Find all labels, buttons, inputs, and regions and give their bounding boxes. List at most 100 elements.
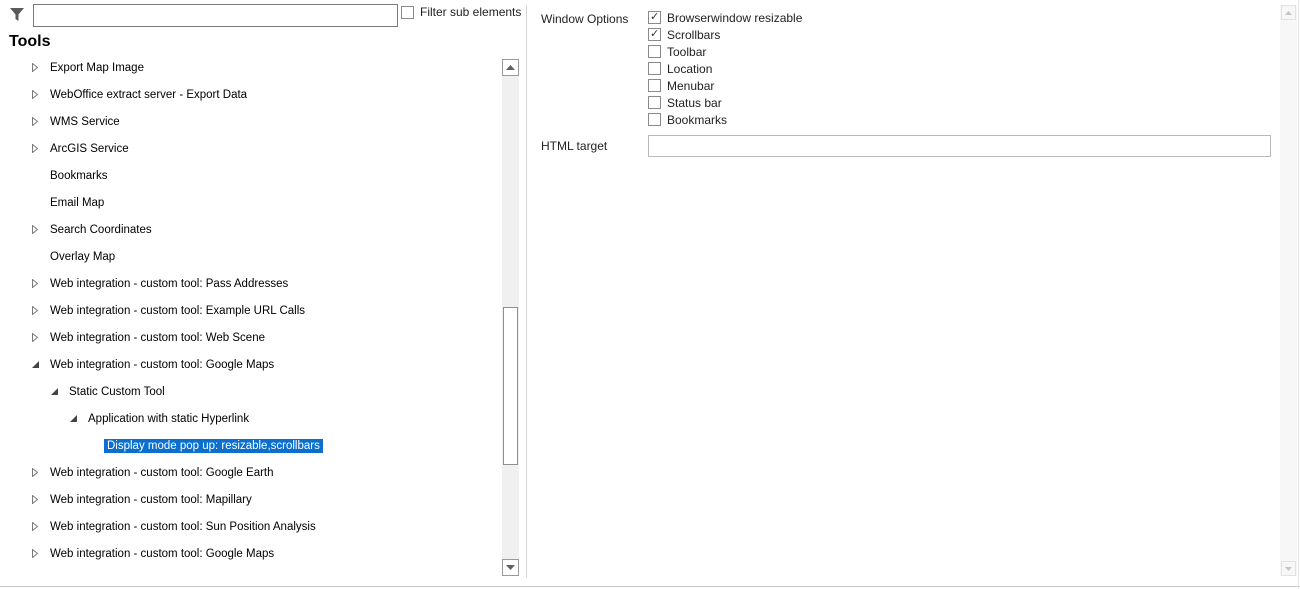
expand-triangle-icon[interactable] [30, 144, 40, 154]
arrow-down-icon [506, 565, 515, 570]
window-options-label: Window Options [541, 12, 629, 26]
window-option-checkbox[interactable]: Scrollbars [648, 27, 720, 42]
filter-sub-elements-box[interactable] [401, 5, 414, 19]
tree-node-label: Export Map Image [50, 61, 144, 74]
html-target-input[interactable] [648, 135, 1271, 157]
tree-node[interactable]: WMS Service [30, 108, 123, 135]
window-option-label: Status bar [667, 95, 722, 110]
window-option-label: Scrollbars [667, 27, 721, 42]
window-option-label: Toolbar [667, 44, 707, 59]
tree-node[interactable]: Application with static Hyperlink [68, 405, 252, 432]
scroll-up-button[interactable] [502, 59, 519, 76]
tree-node[interactable]: WebOffice extract server - Export Data [30, 81, 250, 108]
expand-triangle-icon[interactable] [30, 279, 40, 289]
tree-node[interactable]: Search Coordinates [30, 216, 155, 243]
checkbox-box[interactable] [648, 96, 661, 109]
tree-node-label: WMS Service [50, 115, 120, 128]
expand-triangle-icon[interactable] [30, 117, 40, 127]
expand-triangle-icon[interactable] [30, 306, 40, 316]
collapse-triangle-icon[interactable] [30, 360, 40, 370]
tree-node-label: Static Custom Tool [69, 385, 165, 398]
tree-node-label: WebOffice extract server - Export Data [50, 88, 248, 101]
expand-triangle-icon[interactable] [30, 468, 40, 478]
tree-node[interactable]: Display mode pop up: resizable,scrollbar… [87, 432, 323, 459]
expand-triangle-icon[interactable] [30, 522, 40, 532]
arrow-up-icon [506, 65, 515, 70]
bottom-border [0, 586, 1300, 587]
tree-node[interactable]: Overlay Map [30, 243, 118, 270]
expand-triangle-icon[interactable] [30, 549, 40, 559]
filter-input[interactable] [33, 4, 398, 27]
tree-node[interactable]: Web integration - custom tool: Sun Posit… [30, 513, 319, 540]
tree-node-label: Email Map [50, 196, 105, 209]
tree-node-label: Web integration - custom tool: Google Ma… [50, 547, 275, 560]
tools-tree: Export Map Image WebOffice extract server… [0, 54, 500, 580]
properties-pane: Window Options Browserwindow resizable Sc… [527, 0, 1300, 580]
tree-node-label: Overlay Map [50, 250, 116, 263]
tree-node-label: Search Coordinates [50, 223, 152, 236]
checkbox-box[interactable] [648, 113, 661, 126]
tree-node[interactable]: Bookmarks [30, 162, 111, 189]
expand-triangle-icon[interactable] [30, 63, 40, 73]
tree-node-label: Display mode pop up: resizable,scrollbar… [104, 438, 323, 453]
tree-node[interactable]: ArcGIS Service [30, 135, 132, 162]
collapse-triangle-icon[interactable] [68, 414, 78, 424]
tree-node-label: Web integration - custom tool: Web Scene [50, 331, 265, 344]
tree-node[interactable]: Web integration - custom tool: Example U… [30, 297, 308, 324]
filter-icon[interactable] [9, 7, 25, 23]
window-option-checkbox[interactable]: Bookmarks [648, 112, 727, 127]
properties-scroll-up-button[interactable] [1281, 5, 1296, 20]
window-option-label: Bookmarks [667, 112, 728, 127]
tree-node[interactable]: Web integration - custom tool: Google Ea… [30, 459, 277, 486]
window-option-checkbox[interactable]: Browserwindow resizable [648, 10, 802, 25]
expand-triangle-icon[interactable] [30, 333, 40, 343]
tree-node-label: Web integration - custom tool: Pass Addr… [50, 277, 289, 290]
checkbox-box[interactable] [648, 10, 661, 24]
tree-node-label: Web integration - custom tool: Example U… [50, 304, 306, 317]
tools-title: Tools [9, 33, 51, 50]
expand-triangle-icon[interactable] [30, 90, 40, 100]
expand-triangle-icon[interactable] [30, 225, 40, 235]
checkbox-box[interactable] [648, 27, 661, 41]
tree-node-label: ArcGIS Service [50, 142, 129, 155]
checkbox-box[interactable] [648, 79, 661, 92]
window-option-checkbox[interactable]: Status bar [648, 95, 722, 110]
window-option-label: Location [667, 61, 713, 76]
filter-sub-elements-label: Filter sub elements [420, 5, 522, 19]
html-target-label: HTML target [541, 139, 608, 153]
tree-scrollbar[interactable] [502, 59, 519, 576]
checkbox-box[interactable] [648, 45, 661, 58]
expand-triangle-icon[interactable] [30, 495, 40, 505]
checkbox-box[interactable] [648, 62, 661, 75]
window-option-checkbox[interactable]: Menubar [648, 78, 714, 93]
window-option-label: Menubar [667, 78, 715, 93]
arrow-down-icon [1285, 566, 1292, 571]
scroll-thumb[interactable] [503, 307, 518, 465]
tree-node-label: Web integration - custom tool: Google Ma… [50, 358, 275, 371]
tree-node[interactable]: Web integration - custom tool: Google Ma… [30, 351, 277, 378]
tree-node[interactable]: Web integration - custom tool: Mapillary [30, 486, 255, 513]
tree-node[interactable]: Static Custom Tool [49, 378, 168, 405]
tree-node-label: Web integration - custom tool: Sun Posit… [50, 520, 316, 533]
tree-node-label: Bookmarks [50, 169, 108, 182]
tree-node[interactable]: Web integration - custom tool: Pass Addr… [30, 270, 291, 297]
tree-node[interactable]: Web integration - custom tool: Web Scene [30, 324, 268, 351]
properties-scrollbar[interactable] [1280, 5, 1297, 576]
tree-node-label: Application with static Hyperlink [88, 412, 250, 425]
window-option-checkbox[interactable]: Toolbar [648, 44, 706, 59]
filter-sub-elements-checkbox[interactable]: Filter sub elements [401, 5, 521, 19]
window-option-checkbox[interactable]: Location [648, 61, 712, 76]
tree-node[interactable]: Export Map Image [30, 54, 147, 81]
right-border [1298, 0, 1299, 589]
properties-scroll-down-button[interactable] [1281, 561, 1296, 576]
scroll-down-button[interactable] [502, 559, 519, 576]
collapse-triangle-icon[interactable] [49, 387, 59, 397]
window-option-label: Browserwindow resizable [667, 10, 803, 25]
tree-node[interactable]: Email Map [30, 189, 107, 216]
tools-pane: Filter sub elements Tools Export Map Ima… [0, 0, 527, 580]
tree-node[interactable]: Web integration - custom tool: Google Ma… [30, 540, 277, 567]
